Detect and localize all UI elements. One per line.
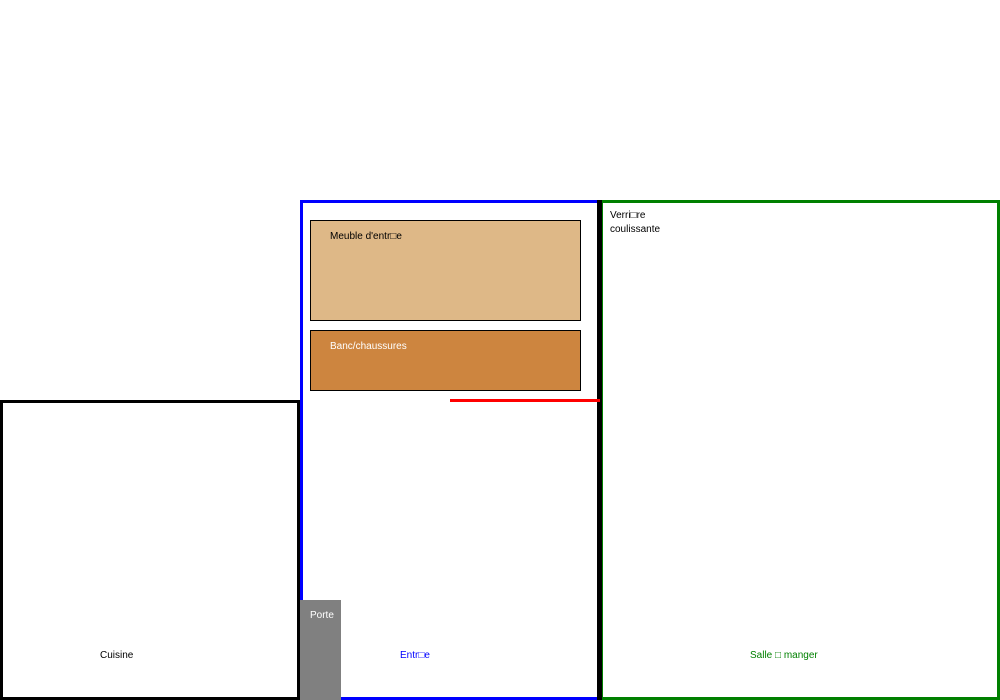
entry-label: Entr□e (400, 650, 430, 661)
dining-room-label: Salle □ manger (750, 650, 818, 661)
door: Porte (300, 600, 341, 700)
kitchen-label: Cuisine (100, 650, 134, 661)
door-label: Porte (310, 610, 334, 621)
room-kitchen (0, 400, 300, 700)
shoe-bench: Banc/chaussures (310, 330, 581, 391)
sliding-glass-label-line1: Verri□re (610, 210, 646, 221)
sliding-glass-line (450, 399, 600, 402)
floor-plan: Meuble d'entr□e Banc/chaussures Porte Ve… (0, 0, 1000, 700)
partition-wall (597, 200, 602, 700)
entry-cabinet: Meuble d'entr□e (310, 220, 581, 321)
entry-cabinet-label: Meuble d'entr□e (330, 231, 402, 242)
sliding-glass-label-line2: coulissante (610, 224, 661, 235)
shoe-bench-label: Banc/chaussures (330, 341, 407, 352)
room-dining (600, 200, 1000, 700)
